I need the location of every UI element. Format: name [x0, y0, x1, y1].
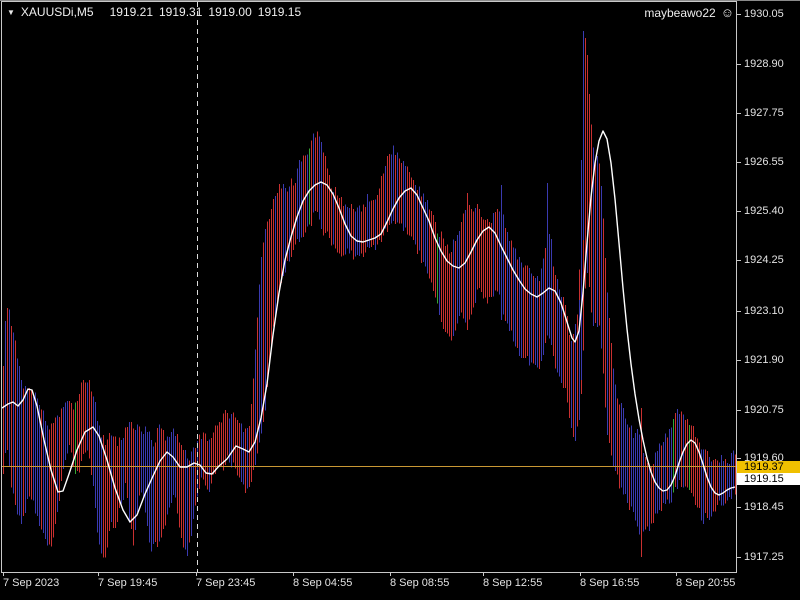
time-axis-label: 8 Sep 04:55 [293, 577, 352, 589]
price-axis-label: 1924.25 [744, 254, 784, 266]
symbol-dropdown-arrow-icon[interactable]: ▼ [7, 8, 15, 17]
price-axis-label: 1930.05 [744, 8, 784, 20]
price-axis-label: 1927.75 [744, 107, 784, 119]
price-axis-label: 1921.90 [744, 354, 784, 366]
bid-price-badge: 1919.15 [737, 473, 800, 485]
chart-title: ▼ XAUUSDi,M5 1919.21 1919.31 1919.00 1919.15 [7, 5, 301, 19]
price-axis-label: 1928.90 [744, 58, 784, 70]
ohlc-close: 1919.15 [258, 5, 301, 19]
time-axis-label: 7 Sep 23:45 [196, 577, 255, 589]
price-axis-label: 1918.45 [744, 501, 784, 513]
time-axis-label: 7 Sep 2023 [3, 577, 59, 589]
chart-canvas[interactable] [0, 0, 800, 600]
account-name: maybeawo22 [644, 6, 715, 20]
price-axis-label: 1926.55 [744, 156, 784, 168]
time-axis-label: 8 Sep 16:55 [580, 577, 639, 589]
price-axis-label: 1923.10 [744, 305, 784, 317]
metatrader-chart-window: ▼XAUUSDi,M51919.211919.311919.001919.15 … [0, 0, 800, 600]
time-axis-label: 7 Sep 19:45 [98, 577, 157, 589]
price-axis-label: 1917.25 [744, 551, 784, 563]
ohlc-low: 1919.00 [208, 5, 251, 19]
time-axis-label: 8 Sep 12:55 [483, 577, 542, 589]
ohlc-high: 1919.31 [159, 5, 202, 19]
price-axis-label: 1920.75 [744, 404, 784, 416]
ohlc-open: 1919.21 [110, 5, 153, 19]
account-label: maybeawo22 ☺ [644, 5, 734, 20]
price-axis-label: 1925.40 [744, 205, 784, 217]
smiley-icon: ☺ [721, 5, 734, 20]
ask-price-badge: 1919.37 [737, 461, 800, 473]
time-axis-label: 8 Sep 08:55 [390, 577, 449, 589]
symbol-period-label: XAUUSDi,M5 [21, 5, 94, 19]
time-axis-label: 8 Sep 20:55 [676, 577, 735, 589]
